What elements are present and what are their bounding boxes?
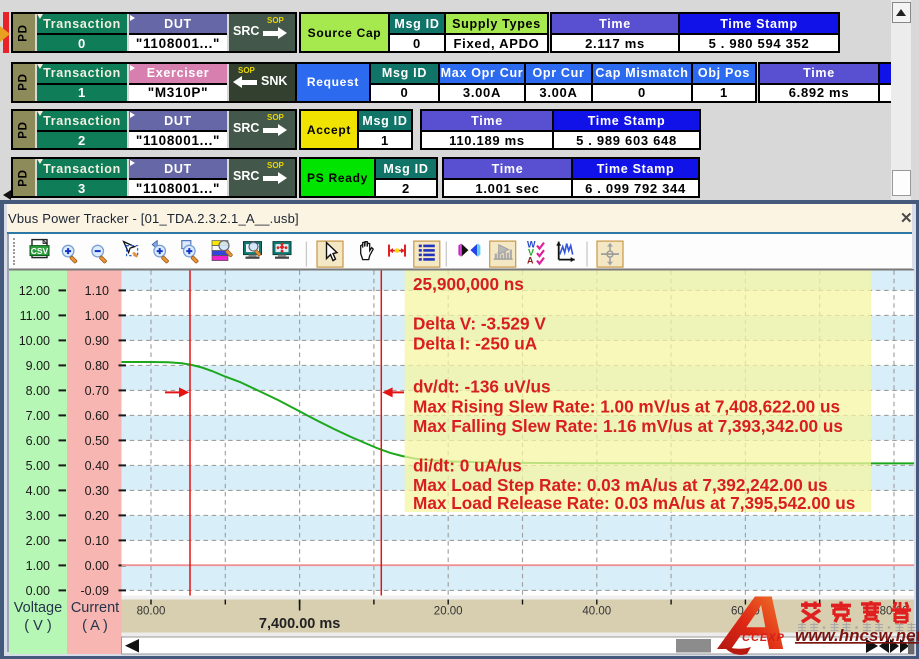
svg-text:3.00: 3.00 xyxy=(26,509,50,523)
svg-text:7.00: 7.00 xyxy=(26,409,50,423)
svg-text:0.70: 0.70 xyxy=(85,384,109,398)
svg-text:-0.09: -0.09 xyxy=(81,584,110,598)
svg-text:1.00: 1.00 xyxy=(85,309,109,323)
svg-text:1.00: 1.00 xyxy=(26,559,50,573)
svg-text:0.90: 0.90 xyxy=(85,334,109,348)
svg-text:8.00: 8.00 xyxy=(26,384,50,398)
svg-text:Max Load Step Rate: 0.03 mA/us: Max Load Step Rate: 0.03 mA/us at 7,392,… xyxy=(413,475,828,495)
svg-text:dv/dt: -136 uV/us: dv/dt: -136 uV/us xyxy=(413,376,551,396)
svg-text:80.00: 80.00 xyxy=(137,606,166,618)
svg-text:9.00: 9.00 xyxy=(26,359,50,373)
svg-text:0.00: 0.00 xyxy=(26,584,50,598)
svg-text:Max Falling Slew Rate: 1.16 mV: Max Falling Slew Rate: 1.16 mV/us at 7,3… xyxy=(413,416,843,436)
svg-text:10.00: 10.00 xyxy=(19,334,50,348)
svg-text:CCEXP: CCEXP xyxy=(742,632,785,644)
svg-text:Voltage: Voltage xyxy=(14,600,62,616)
svg-text:0.40: 0.40 xyxy=(85,459,109,473)
svg-text:A: A xyxy=(527,255,534,265)
svg-text:di/dt: 0 uA/us: di/dt: 0 uA/us xyxy=(413,455,522,475)
svg-text:( V ): ( V ) xyxy=(24,618,51,634)
svg-text:0.50: 0.50 xyxy=(85,434,109,448)
svg-text:0.30: 0.30 xyxy=(85,484,109,498)
svg-text:25,900,000 ns: 25,900,000 ns xyxy=(413,274,524,294)
svg-text:40.00: 40.00 xyxy=(582,606,611,618)
svg-text:0.10: 0.10 xyxy=(85,534,109,548)
svg-text:12.00: 12.00 xyxy=(19,284,50,298)
svg-text:www.hncsw.net: www.hncsw.net xyxy=(795,626,919,645)
svg-text:0.60: 0.60 xyxy=(85,409,109,423)
svg-text:CSV: CSV xyxy=(31,245,49,255)
svg-text:7,400.00 ms: 7,400.00 ms xyxy=(259,616,340,632)
svg-text:1.10: 1.10 xyxy=(85,284,109,298)
svg-text:Delta V: -3.529 V: Delta V: -3.529 V xyxy=(413,313,546,333)
svg-text:Delta I: -250 uA: Delta I: -250 uA xyxy=(413,333,537,353)
svg-text:( A ): ( A ) xyxy=(82,618,108,634)
svg-text:2.00: 2.00 xyxy=(26,534,50,548)
svg-text:6.00: 6.00 xyxy=(26,434,50,448)
svg-text:Current: Current xyxy=(71,600,119,616)
svg-text:5.00: 5.00 xyxy=(26,459,50,473)
svg-text:0.20: 0.20 xyxy=(85,509,109,523)
svg-text:0.00: 0.00 xyxy=(85,559,109,573)
svg-text:Max Rising Slew Rate: 1.00 mV/: Max Rising Slew Rate: 1.00 mV/us at 7,40… xyxy=(413,396,840,416)
svg-text:4.00: 4.00 xyxy=(26,484,50,498)
svg-text:20.00: 20.00 xyxy=(434,606,463,618)
svg-text:0.80: 0.80 xyxy=(85,359,109,373)
svg-text:Max Load Release Rate: 0.03 mA: Max Load Release Rate: 0.03 mA/us at 7,3… xyxy=(413,493,855,513)
svg-text:11.00: 11.00 xyxy=(20,309,50,323)
